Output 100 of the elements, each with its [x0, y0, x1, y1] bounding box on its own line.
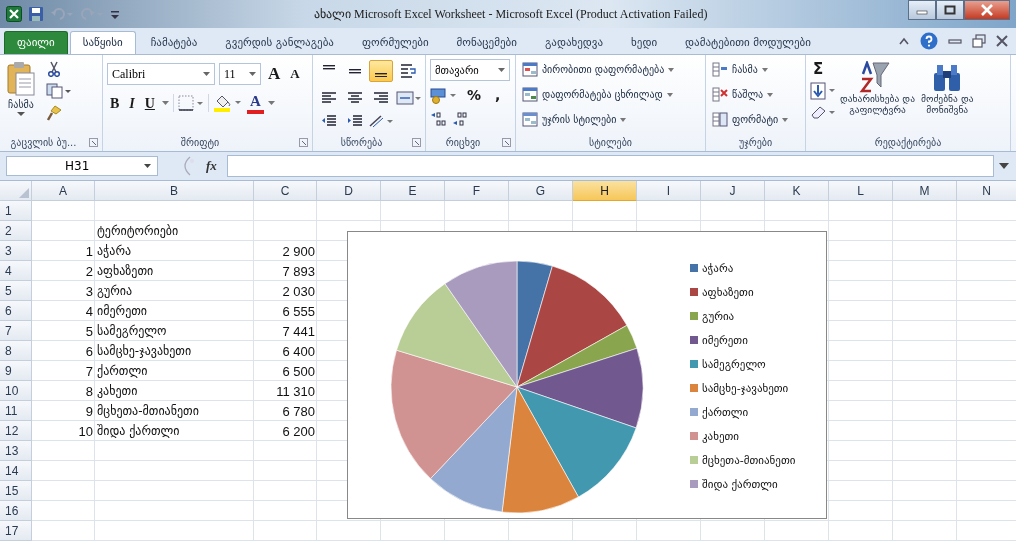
maximize-button[interactable]: [936, 0, 964, 20]
percent-button[interactable]: %: [462, 88, 487, 104]
row-header[interactable]: 9: [0, 361, 32, 381]
copy-icon[interactable]: [46, 83, 72, 99]
align-bottom-button[interactable]: [369, 60, 393, 83]
column-header[interactable]: F: [445, 181, 509, 201]
row-header[interactable]: 5: [0, 281, 32, 301]
row-header[interactable]: 2: [0, 221, 32, 241]
styles-menu-button[interactable]: დაფორმატება ცხრილად: [520, 84, 701, 105]
underline-button[interactable]: U: [141, 95, 158, 111]
column-header[interactable]: I: [637, 181, 701, 201]
close-workbook-icon[interactable]: [996, 35, 1008, 47]
save-icon[interactable]: [28, 6, 44, 22]
fill-color-icon[interactable]: [212, 94, 243, 113]
row-header[interactable]: 15: [0, 481, 32, 501]
column-header[interactable]: G: [509, 181, 573, 201]
row-header[interactable]: 4: [0, 261, 32, 281]
font-name-dropdown[interactable]: Calibri: [107, 63, 215, 85]
collapse-ribbon-icon[interactable]: [898, 36, 910, 46]
cells-menu-button[interactable]: წაშლა: [710, 84, 801, 105]
row-header[interactable]: 6: [0, 301, 32, 321]
cells-menu-button[interactable]: ჩასმა: [710, 59, 801, 80]
comma-button[interactable]: ,: [490, 88, 506, 104]
insert-function-button[interactable]: fx: [200, 158, 223, 174]
minimize-button[interactable]: [908, 0, 936, 20]
currency-icon[interactable]: [430, 87, 458, 105]
ribbon-tab[interactable]: გვერდის განლაგება: [212, 31, 347, 54]
row-header[interactable]: 1: [0, 201, 32, 221]
find-select-button[interactable]: მოძებნა და მონიშვნა: [918, 59, 976, 129]
row-header[interactable]: 17: [0, 521, 32, 541]
grow-font-button[interactable]: A: [265, 64, 284, 84]
close-button[interactable]: [964, 0, 1010, 20]
row-header[interactable]: 7: [0, 321, 32, 341]
row-header[interactable]: 12: [0, 421, 32, 441]
cut-icon[interactable]: [46, 61, 62, 77]
column-header[interactable]: D: [317, 181, 381, 201]
row-header[interactable]: 11: [0, 401, 32, 421]
increase-decimal-icon[interactable]: [430, 111, 448, 127]
borders-icon[interactable]: [177, 95, 204, 112]
bold-button[interactable]: B: [107, 95, 123, 111]
ribbon-tab[interactable]: გადახედვა: [531, 31, 617, 54]
column-header[interactable]: N: [957, 181, 1016, 201]
formula-input[interactable]: [226, 155, 994, 177]
dialog-launcher-icon[interactable]: [412, 137, 421, 147]
ribbon-tab[interactable]: მონაცემები: [443, 31, 530, 54]
column-header[interactable]: K: [765, 181, 829, 201]
align-left-icon[interactable]: [321, 91, 337, 105]
dialog-launcher-icon[interactable]: [89, 137, 98, 147]
paste-button[interactable]: ჩასმა: [4, 59, 38, 129]
ribbon-tab[interactable]: ჩამატება: [137, 31, 211, 54]
styles-menu-button[interactable]: უჯრის სტილები: [520, 109, 701, 130]
decrease-decimal-icon[interactable]: [452, 111, 470, 127]
excel-logo-icon[interactable]: [6, 6, 22, 22]
font-size-dropdown[interactable]: 11: [219, 63, 261, 85]
italic-button[interactable]: I: [126, 95, 138, 111]
shrink-font-button[interactable]: A: [287, 66, 303, 82]
number-format-dropdown[interactable]: მთავარი: [430, 59, 510, 81]
dialog-launcher-icon[interactable]: [299, 137, 308, 147]
align-center-icon[interactable]: [347, 91, 363, 105]
column-header[interactable]: E: [381, 181, 445, 201]
file-tab[interactable]: ფაილი: [4, 31, 68, 54]
format-painter-icon[interactable]: [46, 105, 62, 121]
column-header[interactable]: C: [254, 181, 317, 201]
name-box[interactable]: H31: [6, 156, 158, 176]
styles-menu-button[interactable]: პირობითი დაფორმატება: [520, 59, 701, 80]
minimize-workbook-icon[interactable]: [948, 36, 962, 46]
autosum-button[interactable]: Σ: [810, 61, 836, 78]
column-header[interactable]: A: [32, 181, 95, 201]
chart-area[interactable]: აჭარა აფხაზეთი გურია იმერეთი სამეგრელო სამცხე-ჯავახეთი ქართლი კახეთი მცხეთა-მთიანეთი შიდა ქართლი: [347, 231, 827, 519]
decrease-indent-icon[interactable]: [321, 113, 337, 128]
align-right-icon[interactable]: [373, 91, 389, 105]
sort-filter-button[interactable]: დახარისხება და გაფილტვრა: [838, 59, 917, 129]
merge-center-icon[interactable]: [396, 91, 422, 105]
dialog-launcher-icon[interactable]: [502, 137, 511, 147]
text-orientation-icon[interactable]: [368, 113, 394, 128]
row-header[interactable]: 3: [0, 241, 32, 261]
ribbon-tab[interactable]: დამატებითი მოდულები: [672, 31, 824, 54]
caret-icon[interactable]: [161, 101, 169, 106]
help-icon[interactable]: [920, 32, 938, 50]
font-color-button[interactable]: A: [246, 93, 264, 114]
ribbon-tab[interactable]: ფორმულები: [348, 31, 442, 54]
ribbon-tab[interactable]: ხედი: [618, 31, 671, 54]
row-header[interactable]: 14: [0, 461, 32, 481]
row-header[interactable]: 8: [0, 341, 32, 361]
cells-menu-button[interactable]: ფორმატი: [710, 109, 801, 130]
row-header[interactable]: 16: [0, 501, 32, 521]
column-header[interactable]: M: [893, 181, 957, 201]
caret-icon[interactable]: [267, 101, 275, 106]
increase-indent-icon[interactable]: [347, 113, 363, 128]
fill-down-icon[interactable]: [810, 81, 836, 100]
wrap-text-icon[interactable]: [400, 63, 418, 80]
row-header[interactable]: 10: [0, 381, 32, 401]
ribbon-tab[interactable]: საწყისი: [69, 31, 136, 54]
restore-workbook-icon[interactable]: [972, 34, 986, 48]
column-header[interactable]: H: [573, 181, 637, 201]
column-header[interactable]: L: [829, 181, 893, 201]
column-header[interactable]: B: [95, 181, 254, 201]
column-header[interactable]: J: [701, 181, 765, 201]
expand-formula-bar-icon[interactable]: [998, 162, 1010, 170]
row-header[interactable]: 13: [0, 441, 32, 461]
